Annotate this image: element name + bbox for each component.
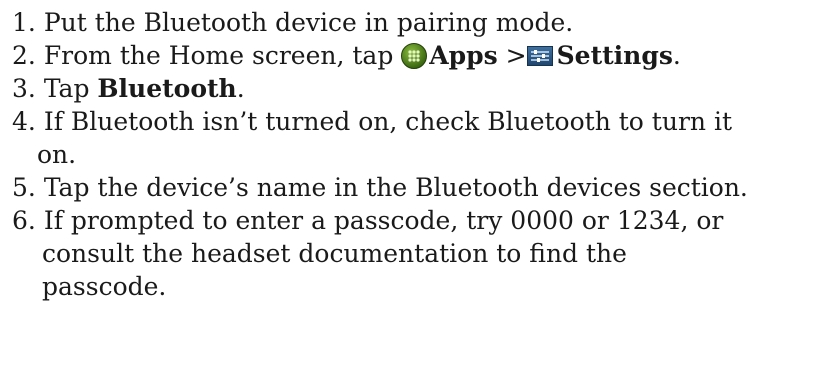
- step-6: 6. If prompted to enter a passcode, try …: [12, 204, 820, 303]
- step-number: 3.: [12, 74, 36, 103]
- step-1: 1. Put the Bluetooth device in pairing m…: [12, 6, 820, 39]
- step-text: If prompted to enter a passcode, try 000…: [43, 206, 724, 235]
- instruction-list: 1. Put the Bluetooth device in pairing m…: [12, 6, 820, 303]
- step-3: 3. Tap Bluetooth.: [12, 72, 820, 105]
- bluetooth-label: Bluetooth: [97, 74, 237, 103]
- step-2: 2. From the Home screen, tap Apps > Setti…: [12, 39, 820, 72]
- step-number: 6.: [12, 206, 36, 235]
- step-number: 4.: [12, 107, 36, 136]
- step-text-continued: on.: [37, 140, 77, 169]
- step-text: From the Home screen, tap: [43, 41, 402, 70]
- step-text-continued: passcode.: [42, 272, 167, 301]
- step-number: 2.: [12, 41, 36, 70]
- apps-label: Apps: [429, 41, 498, 70]
- step-text-end: .: [672, 41, 681, 70]
- step-number: 5.: [12, 173, 36, 202]
- step-5: 5. Tap the device’s name in the Bluetoot…: [12, 171, 820, 204]
- apps-grid-icon: [401, 43, 428, 69]
- step-text: Tap the device’s name in the Bluetooth d…: [43, 173, 748, 202]
- step-text-end: .: [236, 74, 245, 103]
- step-text: Put the Bluetooth device in pairing mode…: [43, 8, 574, 37]
- settings-label: Settings: [556, 41, 673, 70]
- step-text: If Bluetooth isn’t turned on, check Blue…: [43, 107, 732, 136]
- settings-sliders-icon: [526, 46, 553, 66]
- step-4: 4. If Bluetooth isn’t turned on, check B…: [12, 105, 820, 171]
- step-text: Tap: [43, 74, 98, 103]
- separator: >: [497, 41, 527, 70]
- step-number: 1.: [12, 8, 36, 37]
- step-text-continued: consult the headset documentation to fin…: [42, 239, 627, 268]
